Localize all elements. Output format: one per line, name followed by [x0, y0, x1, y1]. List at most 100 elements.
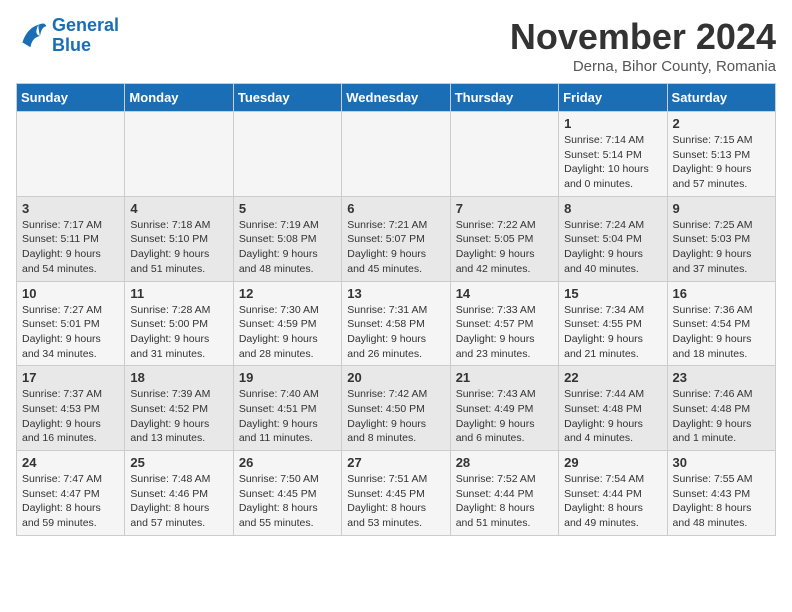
calendar-cell: 21 Sunrise: 7:43 AM Sunset: 4:49 PM Dayli… — [450, 366, 558, 451]
day-content: Sunrise: 7:50 AM Sunset: 4:45 PM Dayligh… — [239, 472, 336, 531]
day-content: Sunrise: 7:55 AM Sunset: 4:43 PM Dayligh… — [673, 472, 770, 531]
calendar-cell: 26 Sunrise: 7:50 AM Sunset: 4:45 PM Dayli… — [233, 451, 341, 536]
day-content: Sunrise: 7:54 AM Sunset: 4:44 PM Dayligh… — [564, 472, 661, 531]
day-number: 17 — [22, 370, 119, 385]
day-content: Sunrise: 7:43 AM Sunset: 4:49 PM Dayligh… — [456, 387, 553, 446]
day-content: Sunrise: 7:51 AM Sunset: 4:45 PM Dayligh… — [347, 472, 444, 531]
day-number: 24 — [22, 455, 119, 470]
day-number: 30 — [673, 455, 770, 470]
day-number: 9 — [673, 201, 770, 216]
day-number: 15 — [564, 286, 661, 301]
day-number: 11 — [130, 286, 227, 301]
month-title: November 2024 — [510, 16, 776, 58]
day-content: Sunrise: 7:28 AM Sunset: 5:00 PM Dayligh… — [130, 303, 227, 362]
day-content: Sunrise: 7:15 AM Sunset: 5:13 PM Dayligh… — [673, 133, 770, 192]
logo-text: General Blue — [52, 16, 119, 56]
day-content: Sunrise: 7:30 AM Sunset: 4:59 PM Dayligh… — [239, 303, 336, 362]
calendar-cell: 7 Sunrise: 7:22 AM Sunset: 5:05 PM Daylig… — [450, 196, 558, 281]
day-number: 8 — [564, 201, 661, 216]
day-number: 19 — [239, 370, 336, 385]
day-content: Sunrise: 7:46 AM Sunset: 4:48 PM Dayligh… — [673, 387, 770, 446]
day-content: Sunrise: 7:42 AM Sunset: 4:50 PM Dayligh… — [347, 387, 444, 446]
day-content: Sunrise: 7:34 AM Sunset: 4:55 PM Dayligh… — [564, 303, 661, 362]
day-number: 5 — [239, 201, 336, 216]
day-content: Sunrise: 7:22 AM Sunset: 5:05 PM Dayligh… — [456, 218, 553, 277]
weekday-header-thursday: Thursday — [450, 84, 558, 112]
weekday-header-saturday: Saturday — [667, 84, 775, 112]
calendar-cell: 30 Sunrise: 7:55 AM Sunset: 4:43 PM Dayli… — [667, 451, 775, 536]
day-content: Sunrise: 7:44 AM Sunset: 4:48 PM Dayligh… — [564, 387, 661, 446]
title-area: November 2024 Derna, Bihor County, Roman… — [510, 16, 776, 75]
calendar-cell: 19 Sunrise: 7:40 AM Sunset: 4:51 PM Dayli… — [233, 366, 341, 451]
day-number: 21 — [456, 370, 553, 385]
calendar-cell: 24 Sunrise: 7:47 AM Sunset: 4:47 PM Dayli… — [17, 451, 125, 536]
calendar-cell: 12 Sunrise: 7:30 AM Sunset: 4:59 PM Dayli… — [233, 281, 341, 366]
weekday-header-monday: Monday — [125, 84, 233, 112]
logo-line1: General — [52, 15, 119, 35]
day-content: Sunrise: 7:39 AM Sunset: 4:52 PM Dayligh… — [130, 387, 227, 446]
location-subtitle: Derna, Bihor County, Romania — [510, 58, 776, 75]
day-content: Sunrise: 7:36 AM Sunset: 4:54 PM Dayligh… — [673, 303, 770, 362]
day-content: Sunrise: 7:47 AM Sunset: 4:47 PM Dayligh… — [22, 472, 119, 531]
day-content: Sunrise: 7:25 AM Sunset: 5:03 PM Dayligh… — [673, 218, 770, 277]
calendar-week-row: 17 Sunrise: 7:37 AM Sunset: 4:53 PM Dayli… — [17, 366, 776, 451]
weekday-header-friday: Friday — [559, 84, 667, 112]
day-number: 16 — [673, 286, 770, 301]
logo-line2: Blue — [52, 35, 91, 55]
day-number: 12 — [239, 286, 336, 301]
day-content: Sunrise: 7:40 AM Sunset: 4:51 PM Dayligh… — [239, 387, 336, 446]
day-content: Sunrise: 7:19 AM Sunset: 5:08 PM Dayligh… — [239, 218, 336, 277]
calendar-week-row: 3 Sunrise: 7:17 AM Sunset: 5:11 PM Daylig… — [17, 196, 776, 281]
calendar-week-row: 24 Sunrise: 7:47 AM Sunset: 4:47 PM Dayli… — [17, 451, 776, 536]
day-content: Sunrise: 7:33 AM Sunset: 4:57 PM Dayligh… — [456, 303, 553, 362]
day-number: 26 — [239, 455, 336, 470]
day-number: 22 — [564, 370, 661, 385]
calendar-cell: 29Sunrise: 7:54 AM Sunset: 4:44 PM Dayli… — [559, 451, 667, 536]
calendar-cell: 23 Sunrise: 7:46 AM Sunset: 4:48 PM Dayli… — [667, 366, 775, 451]
calendar-cell — [233, 112, 341, 197]
calendar-cell: 2 Sunrise: 7:15 AM Sunset: 5:13 PM Daylig… — [667, 112, 775, 197]
day-content: Sunrise: 7:24 AM Sunset: 5:04 PM Dayligh… — [564, 218, 661, 277]
day-content: Sunrise: 7:17 AM Sunset: 5:11 PM Dayligh… — [22, 218, 119, 277]
day-number: 28 — [456, 455, 553, 470]
calendar-cell — [450, 112, 558, 197]
calendar-cell: 25Sunrise: 7:48 AM Sunset: 4:46 PM Dayli… — [125, 451, 233, 536]
calendar-cell: 27 Sunrise: 7:51 AM Sunset: 4:45 PM Dayli… — [342, 451, 450, 536]
calendar-cell: 18Sunrise: 7:39 AM Sunset: 4:52 PM Dayli… — [125, 366, 233, 451]
weekday-header-sunday: Sunday — [17, 84, 125, 112]
header: General Blue November 2024 Derna, Bihor … — [16, 16, 776, 75]
calendar-cell: 1 Sunrise: 7:14 AM Sunset: 5:14 PM Daylig… — [559, 112, 667, 197]
logo-icon — [16, 20, 48, 52]
calendar-table: SundayMondayTuesdayWednesdayThursdayFrid… — [16, 83, 776, 536]
weekday-header-wednesday: Wednesday — [342, 84, 450, 112]
day-number: 3 — [22, 201, 119, 216]
day-number: 25 — [130, 455, 227, 470]
day-number: 27 — [347, 455, 444, 470]
calendar-cell: 4Sunrise: 7:18 AM Sunset: 5:10 PM Daylig… — [125, 196, 233, 281]
calendar-cell: 3 Sunrise: 7:17 AM Sunset: 5:11 PM Daylig… — [17, 196, 125, 281]
calendar-cell: 8 Sunrise: 7:24 AM Sunset: 5:04 PM Daylig… — [559, 196, 667, 281]
day-number: 23 — [673, 370, 770, 385]
day-number: 1 — [564, 116, 661, 131]
day-content: Sunrise: 7:52 AM Sunset: 4:44 PM Dayligh… — [456, 472, 553, 531]
weekday-header-tuesday: Tuesday — [233, 84, 341, 112]
calendar-cell: 10Sunrise: 7:27 AM Sunset: 5:01 PM Dayli… — [17, 281, 125, 366]
day-content: Sunrise: 7:37 AM Sunset: 4:53 PM Dayligh… — [22, 387, 119, 446]
calendar-cell — [17, 112, 125, 197]
calendar-cell: 11 Sunrise: 7:28 AM Sunset: 5:00 PM Dayli… — [125, 281, 233, 366]
day-content: Sunrise: 7:18 AM Sunset: 5:10 PM Dayligh… — [130, 218, 227, 277]
calendar-cell: 20Sunrise: 7:42 AM Sunset: 4:50 PM Dayli… — [342, 366, 450, 451]
calendar-week-row: 10Sunrise: 7:27 AM Sunset: 5:01 PM Dayli… — [17, 281, 776, 366]
calendar-cell: 14Sunrise: 7:33 AM Sunset: 4:57 PM Dayli… — [450, 281, 558, 366]
day-number: 6 — [347, 201, 444, 216]
calendar-cell: 17 Sunrise: 7:37 AM Sunset: 4:53 PM Dayli… — [17, 366, 125, 451]
calendar-cell: 6 Sunrise: 7:21 AM Sunset: 5:07 PM Daylig… — [342, 196, 450, 281]
day-content: Sunrise: 7:14 AM Sunset: 5:14 PM Dayligh… — [564, 133, 661, 192]
logo: General Blue — [16, 16, 119, 56]
day-number: 7 — [456, 201, 553, 216]
calendar-cell: 22 Sunrise: 7:44 AM Sunset: 4:48 PM Dayli… — [559, 366, 667, 451]
day-number: 2 — [673, 116, 770, 131]
day-content: Sunrise: 7:21 AM Sunset: 5:07 PM Dayligh… — [347, 218, 444, 277]
calendar-cell: 15 Sunrise: 7:34 AM Sunset: 4:55 PM Dayli… — [559, 281, 667, 366]
day-content: Sunrise: 7:27 AM Sunset: 5:01 PM Dayligh… — [22, 303, 119, 362]
